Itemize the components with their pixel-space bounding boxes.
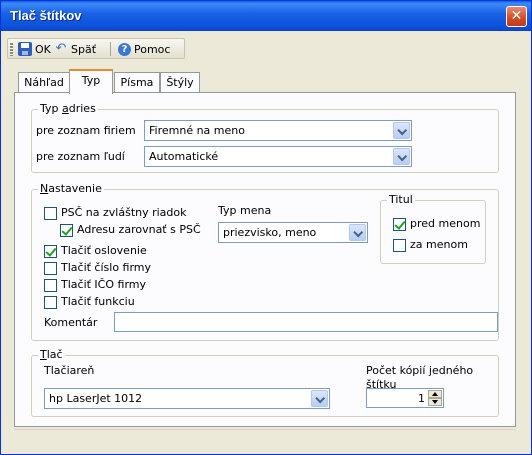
combo-value: Automatické [149, 150, 219, 163]
tab-type[interactable]: Typ [69, 69, 113, 94]
tab-label: Štýly [166, 76, 194, 89]
checkbox-box[interactable] [60, 223, 73, 237]
tab-label: Náhľad [24, 76, 64, 89]
title-after-checkbox[interactable]: za menom [393, 238, 468, 252]
tab-label: Typ [81, 74, 101, 87]
checkbox-box[interactable] [44, 261, 57, 275]
chevron-down-icon[interactable] [393, 122, 410, 139]
companies-address-select[interactable]: Firemné na meno [144, 120, 412, 141]
companies-label: pre zoznam firiem [36, 124, 136, 137]
window-title: Tlač štítkov [10, 8, 82, 23]
printer-select[interactable]: hp LaserJet 1012 [44, 388, 330, 409]
settings-legend: Nastavenie [38, 182, 104, 196]
undo-icon: ↶ [55, 41, 67, 56]
chevron-down-icon[interactable] [311, 390, 328, 407]
stepper-down-icon[interactable] [428, 398, 442, 406]
printer-label: Tlačiareň [44, 364, 95, 377]
people-label: pre zoznam ľudí [36, 150, 125, 163]
title-group: Titul pred menom za menom [380, 193, 486, 264]
help-icon: ? [118, 42, 131, 56]
people-address-select[interactable]: Automatické [144, 146, 412, 167]
checkbox-box[interactable] [44, 278, 57, 292]
print-ico-checkbox[interactable]: Tlačiť IČO firmy [44, 278, 146, 292]
ok-label: OK [35, 42, 51, 56]
stepper-up-icon[interactable] [428, 390, 442, 398]
comment-label: Komentár [44, 316, 98, 329]
name-type-label: Typ mena [218, 204, 272, 217]
help-button[interactable]: ? Pomoc [118, 41, 170, 57]
combo-value: Firemné na meno [149, 124, 245, 137]
toolbar-grip[interactable] [10, 42, 13, 56]
checkbox-box[interactable] [393, 217, 406, 231]
checkbox-box[interactable] [44, 206, 57, 220]
tab-panel-type: Typ adries pre zoznam firiem Firemné na … [14, 92, 516, 427]
toolbar-separator [110, 42, 111, 56]
dialog-bottom-divider [14, 429, 516, 430]
checkbox-box[interactable] [44, 244, 57, 258]
address-type-group: Typ adries pre zoznam firiem Firemné na … [31, 102, 499, 173]
back-button[interactable]: ↶ Späť [54, 41, 96, 57]
chevron-down-icon[interactable] [393, 148, 410, 165]
combo-value: hp LaserJet 1012 [49, 392, 143, 405]
save-icon [18, 42, 32, 56]
checkbox-box[interactable] [44, 295, 57, 309]
title-legend: Titul [387, 193, 415, 207]
settings-group: Nastavenie PSČ na zvláštny riadok Adresu… [31, 182, 499, 341]
toolbar: OK ↶ Späť ? Pomoc [7, 38, 185, 59]
checkbox-box[interactable] [393, 238, 406, 252]
ok-button[interactable]: OK [18, 41, 51, 57]
combo-value: priezvisko, meno [223, 226, 317, 239]
print-salutation-checkbox[interactable]: Tlačiť oslovenie [44, 244, 147, 258]
print-group: Tlač Tlačiareň hp LaserJet 1012 Počet kó… [31, 348, 499, 417]
chevron-down-icon[interactable] [349, 224, 366, 241]
help-label: Pomoc [134, 42, 171, 56]
align-address-checkbox[interactable]: Adresu zarovnať s PSČ [60, 223, 201, 237]
print-company-number-checkbox[interactable]: Tlačiť číslo firmy [44, 261, 151, 275]
name-type-select[interactable]: priezvisko, meno [218, 222, 368, 243]
tab-preview[interactable]: Náhľad [18, 72, 70, 92]
print-function-checkbox[interactable]: Tlačiť funkciu [44, 295, 135, 309]
tab-styles[interactable]: Štýly [160, 72, 200, 92]
print-legend: Tlač [38, 348, 65, 362]
stepper-buttons [428, 390, 442, 406]
print-labels-dialog: Tlač štítkov ✕ OK ↶ Späť ? Pomoc Náhľad … [0, 0, 532, 455]
title-before-checkbox[interactable]: pred menom [393, 217, 480, 231]
comment-input[interactable] [114, 312, 498, 332]
title-bar[interactable]: Tlač štítkov ✕ [1, 1, 531, 31]
close-button[interactable]: ✕ [506, 6, 527, 27]
tab-label: Písma [120, 76, 154, 89]
tab-fonts[interactable]: Písma [114, 72, 160, 92]
address-type-legend: Typ adries [38, 102, 98, 116]
copies-stepper[interactable]: 1 [366, 388, 444, 408]
back-label: Späť [71, 42, 97, 56]
copies-value: 1 [418, 392, 425, 405]
psc-separate-checkbox[interactable]: PSČ na zvláštny riadok [44, 206, 187, 220]
